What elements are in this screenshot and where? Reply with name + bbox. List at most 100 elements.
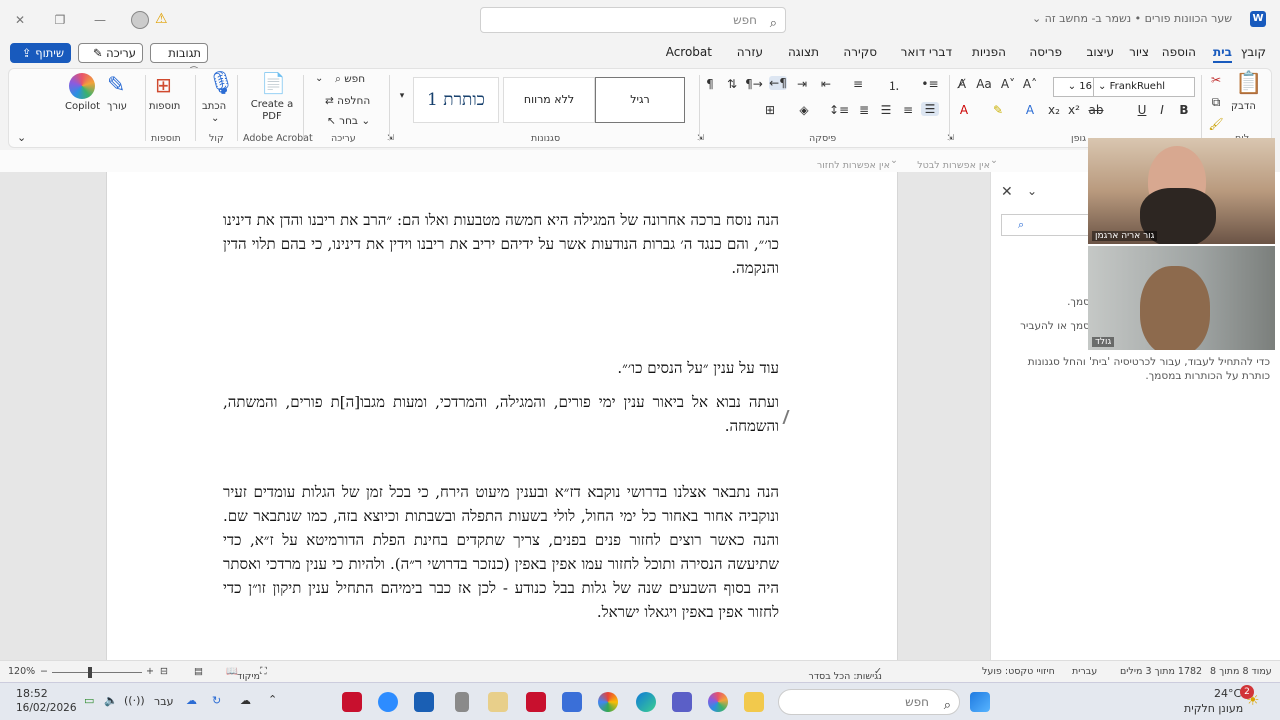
video-tile-participant[interactable]: גור אריה ארגמן [1088, 138, 1275, 244]
keyboard-language[interactable]: עבר [154, 695, 173, 708]
copilot-taskbar-icon[interactable] [708, 692, 728, 712]
dialog-launcher-icon[interactable]: ⇲ [387, 133, 394, 142]
comments-button[interactable]: תגובות 🗨 [150, 43, 208, 78]
close-icon[interactable]: ✕ [1001, 184, 1013, 200]
style-no-spacing[interactable]: ללא מרווח [503, 77, 595, 123]
edge-icon[interactable] [636, 692, 656, 712]
account-icon[interactable] [131, 11, 149, 29]
font-size-box[interactable]: ⌄ 16 [1053, 77, 1097, 97]
sort-icon[interactable]: ⇅ [723, 77, 741, 91]
rtl-direction-icon[interactable]: ←¶ [769, 76, 787, 90]
undo-status[interactable]: ⌄ אין אפשרות לבטל [917, 155, 998, 171]
zoom-app-icon[interactable] [378, 692, 398, 712]
replace-button[interactable]: החלפה ⇄ [325, 95, 370, 107]
shading-icon[interactable]: ◈ [795, 103, 813, 117]
tab-home[interactable]: בית [1212, 45, 1233, 63]
paragraph-purim-intro[interactable]: ועתה נבוא אל ביאור ענין ימי פורים, והמגי… [223, 390, 779, 438]
shrink-font-icon[interactable]: A˅ [999, 77, 1017, 91]
styles-more-icon[interactable]: ▾ [397, 91, 407, 101]
taskbar-search-input[interactable]: ⌕ חפש [778, 689, 960, 715]
dictate-button[interactable]: הכתב [202, 101, 226, 112]
title-search-input[interactable]: ⌕ חפש [480, 7, 786, 33]
notes-icon[interactable] [488, 692, 508, 712]
document-area[interactable]: הנה נוסח ברכה אחרונה של המגילה היא חמשה … [0, 172, 990, 660]
change-case-icon[interactable]: Aa [975, 77, 993, 91]
paragraph-main[interactable]: הנה נתבאר אצלנו בדרושי נוקבא דז״א ובענין… [223, 480, 779, 624]
tab-acrobat[interactable]: Acrobat [666, 45, 712, 59]
font-name-box[interactable]: ⌄ FrankRuehl [1093, 77, 1195, 97]
outlook-icon[interactable] [414, 692, 434, 712]
multilevel-list-icon[interactable]: ≡ [849, 77, 867, 91]
share-button[interactable]: שיתוף ⇪ [10, 43, 71, 63]
tab-layout[interactable]: פריסה [1029, 45, 1062, 59]
editing-mode-button[interactable]: עריכה ✎ ⌄ [78, 43, 143, 78]
teams-icon[interactable] [672, 692, 692, 712]
language-status[interactable]: עברית [1072, 666, 1097, 677]
align-left-icon[interactable]: ☰ [877, 103, 895, 117]
tab-references[interactable]: הפניות [972, 45, 1006, 59]
italic-icon[interactable]: I [1153, 103, 1171, 117]
focus-button[interactable]: ⛶ מיקוד [237, 666, 267, 682]
paragraph-blessing[interactable]: הנה נוסח ברכה אחרונה של המגילה היא חמשה … [223, 208, 779, 280]
superscript-icon[interactable]: x² [1065, 103, 1083, 117]
document-page[interactable]: הנה נוסח ברכה אחרונה של המגילה היא חמשה … [106, 172, 898, 660]
mcafee-icon[interactable] [526, 692, 546, 712]
collapse-ribbon-icon[interactable]: ⌄ [17, 131, 26, 144]
align-right-icon[interactable]: ☰ [921, 102, 939, 116]
decrease-indent-icon[interactable]: ⇤ [817, 77, 835, 91]
tab-design[interactable]: עיצוב [1086, 45, 1114, 59]
paragraph-al-hanissim[interactable]: עוד על ענין ״על הנסים כו׳״. [223, 356, 779, 380]
document-title[interactable]: שער הכוונות פורים • נשמר ב- מחשב זה ⌄ [1032, 12, 1232, 25]
borders-icon[interactable]: ⊞ [761, 103, 779, 117]
line-spacing-icon[interactable]: ↕≡ [829, 103, 849, 117]
redo-status[interactable]: ⌄ אין אפשרות לחזור [817, 155, 898, 171]
file-explorer-icon[interactable] [744, 692, 764, 712]
center-icon[interactable]: ≡ [899, 103, 917, 117]
mcafee-icon[interactable] [342, 692, 362, 712]
refresh-icon[interactable]: ↻ [212, 694, 221, 707]
chevron-down-icon[interactable]: ⌄ [1027, 184, 1037, 198]
onedrive-sync-icon[interactable]: ☁ [186, 694, 197, 707]
clock-time[interactable]: 18:52 [16, 687, 48, 700]
minimize-window-icon[interactable]: — [90, 10, 110, 30]
accessibility-status[interactable]: נגישות: הכל בסדר ✓ [808, 666, 881, 682]
chevron-up-icon[interactable]: ⌃ [268, 693, 277, 706]
zoom-slider-thumb[interactable] [87, 667, 92, 678]
ltr-direction-icon[interactable]: ¶→ [745, 77, 763, 91]
zoom-out-icon[interactable]: − [40, 666, 48, 677]
clear-formatting-icon[interactable]: A̸ [953, 77, 971, 91]
bullets-icon[interactable]: •≡ [921, 77, 939, 91]
dictate-dropdown-icon[interactable]: ⌄ [211, 113, 219, 124]
zoom-in-icon[interactable]: + [146, 666, 154, 677]
close-window-icon[interactable]: ✕ [10, 10, 30, 30]
volume-icon[interactable]: 🔈 [104, 694, 118, 707]
cut-icon[interactable]: ✂ [1207, 73, 1225, 87]
video-tile-participant[interactable]: גולד [1088, 246, 1275, 350]
restore-window-icon[interactable]: ❐ [50, 10, 70, 30]
style-normal[interactable]: רגיל [595, 77, 685, 123]
zoom-level[interactable]: 120% [8, 666, 35, 677]
pane-search-input[interactable]: ⌕ [1001, 214, 1101, 236]
page-number[interactable]: עמוד 8 מתוך 8 [1210, 666, 1272, 677]
chrome-icon[interactable] [598, 692, 618, 712]
cloud-icon[interactable]: ☁ [240, 694, 251, 707]
battery-icon[interactable]: ▭ [84, 694, 94, 707]
find-dropdown-icon[interactable]: ⌄ [315, 73, 323, 84]
subscript-icon[interactable]: x₂ [1045, 103, 1063, 117]
zoom-slider[interactable] [52, 672, 142, 673]
numbering-icon[interactable]: ⒈ [885, 77, 903, 94]
highlight-icon[interactable]: ✎ [989, 103, 1007, 117]
tab-review[interactable]: סקירה [843, 45, 877, 59]
paste-button[interactable]: הדבק [1231, 101, 1256, 112]
underline-icon[interactable]: U [1133, 103, 1151, 117]
justify-icon[interactable]: ≣ [855, 103, 873, 117]
tab-help[interactable]: עזרה [737, 45, 763, 59]
wifi-icon[interactable]: ((·)) [124, 694, 145, 707]
print-layout-icon[interactable]: ▤ [194, 666, 203, 677]
format-painter-icon[interactable]: 🖌 [1207, 117, 1225, 131]
strikethrough-icon[interactable]: ab [1087, 103, 1105, 117]
copy-icon[interactable]: ⧉ [1207, 95, 1225, 110]
dialog-launcher-icon[interactable]: ⇲ [947, 133, 954, 142]
select-button[interactable]: ⌄ בחר ↖ [327, 115, 370, 127]
tab-draw[interactable]: ציור [1129, 45, 1149, 59]
